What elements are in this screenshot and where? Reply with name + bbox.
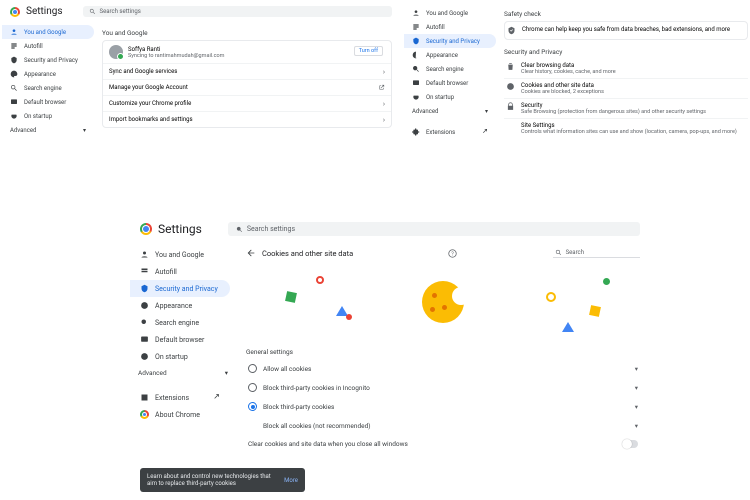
opt-clear-on-close[interactable]: Clear cookies and site data when you clo… [246, 435, 640, 453]
nav-startup[interactable]: On startup [404, 90, 496, 104]
external-link-icon [378, 84, 385, 91]
nav-browser[interactable]: Default browser [404, 76, 496, 90]
section-heading: You and Google [102, 29, 392, 37]
nav-browser[interactable]: Default browser [2, 95, 94, 109]
nav-appearance[interactable]: Appearance [2, 67, 94, 81]
nav-browser[interactable]: Default browser [130, 331, 230, 348]
nav-you-google[interactable]: You and Google [404, 6, 496, 20]
security-privacy-heading: Security and Privacy [504, 48, 748, 56]
nav-you-google[interactable]: You and Google [130, 246, 230, 263]
trash-icon [506, 62, 515, 71]
page-title: Settings [26, 6, 63, 17]
cookie-illustration [246, 262, 640, 342]
nav-security[interactable]: Security and Privacy [130, 280, 230, 297]
external-link-icon [480, 128, 488, 136]
search-icon [89, 8, 96, 15]
cookie-icon [506, 82, 515, 91]
security-row[interactable]: SecuritySafe Browsing (protection from d… [504, 98, 748, 118]
nav-appearance[interactable]: Appearance [130, 297, 230, 314]
nav-autofill[interactable]: Autofill [404, 20, 496, 34]
nav-search[interactable]: Search engine [2, 81, 94, 95]
nav-appearance[interactable]: Appearance [404, 48, 496, 62]
opt-block-third[interactable]: Block third-party cookies▾ [246, 397, 640, 416]
safety-check-heading: Safety check [504, 10, 748, 18]
opt-block-incognito[interactable]: Block third-party cookies in Incognito▾ [246, 378, 640, 397]
search-input[interactable]: Search settings [228, 222, 640, 236]
lock-icon [506, 102, 515, 111]
shield-check-icon [507, 26, 516, 35]
import-row[interactable]: Import bookmarks and settings› [103, 111, 391, 127]
external-link-icon [211, 393, 220, 402]
svg-text:?: ? [452, 251, 455, 257]
subpage-title: Cookies and other site data [262, 249, 353, 258]
customize-profile-row[interactable]: Customize your Chrome profile› [103, 95, 391, 111]
help-icon[interactable]: ? [448, 249, 457, 258]
back-arrow-icon[interactable] [246, 248, 256, 258]
page-title: Settings [158, 222, 202, 236]
manage-account-row[interactable]: Manage your Google Account [103, 79, 391, 95]
chrome-logo-icon [10, 7, 20, 17]
chrome-logo-icon [140, 223, 152, 235]
nav-search[interactable]: Search engine [404, 62, 496, 76]
mini-search-input[interactable]: Search [553, 248, 640, 258]
profile-row[interactable]: Soffya RantiSyncing to rantimahmudah@gma… [103, 41, 391, 63]
chevron-right-icon: › [383, 68, 385, 76]
nav-autofill[interactable]: Autofill [2, 39, 94, 53]
opt-allow-all[interactable]: Allow all cookies▾ [246, 359, 640, 378]
toggle[interactable] [622, 440, 638, 448]
nav-search[interactable]: Search engine [130, 314, 230, 331]
cookies-row[interactable]: Cookies and other site dataCookies are b… [504, 78, 748, 98]
turn-off-button[interactable]: Turn off [354, 46, 383, 56]
search-icon [236, 226, 243, 233]
privacy-toast: Learn about and control new technologies… [140, 468, 305, 492]
nav-extensions[interactable]: Extensions [404, 125, 496, 139]
nav-you-google[interactable]: You and Google [2, 25, 94, 39]
nav-startup[interactable]: On startup [130, 348, 230, 365]
site-settings-row[interactable]: Site SettingsControls what information s… [504, 118, 748, 138]
nav-advanced[interactable]: Advanced▾ [404, 104, 496, 119]
avatar [109, 45, 123, 59]
nav-advanced[interactable]: Advanced▾ [2, 123, 94, 138]
nav-security[interactable]: Security and Privacy [2, 53, 94, 67]
search-input[interactable]: Search settings [83, 6, 392, 17]
clear-browsing-row[interactable]: Clear browsing dataClear history, cookie… [504, 59, 748, 78]
toast-more-link[interactable]: More [284, 477, 298, 484]
nav-advanced[interactable]: Advanced▾ [130, 365, 236, 381]
nav-extensions[interactable]: Extensions [130, 389, 230, 406]
nav-about[interactable]: About Chrome [130, 406, 230, 423]
sync-row[interactable]: Sync and Google services› [103, 63, 391, 79]
general-settings-heading: General settings [246, 348, 640, 356]
opt-block-all[interactable]: Block all cookies (not recommended)▾ [246, 416, 640, 435]
nav-startup[interactable]: On startup [2, 109, 94, 123]
nav-autofill[interactable]: Autofill [130, 263, 230, 280]
nav-security[interactable]: Security and Privacy [404, 34, 496, 48]
tune-icon [506, 122, 515, 131]
